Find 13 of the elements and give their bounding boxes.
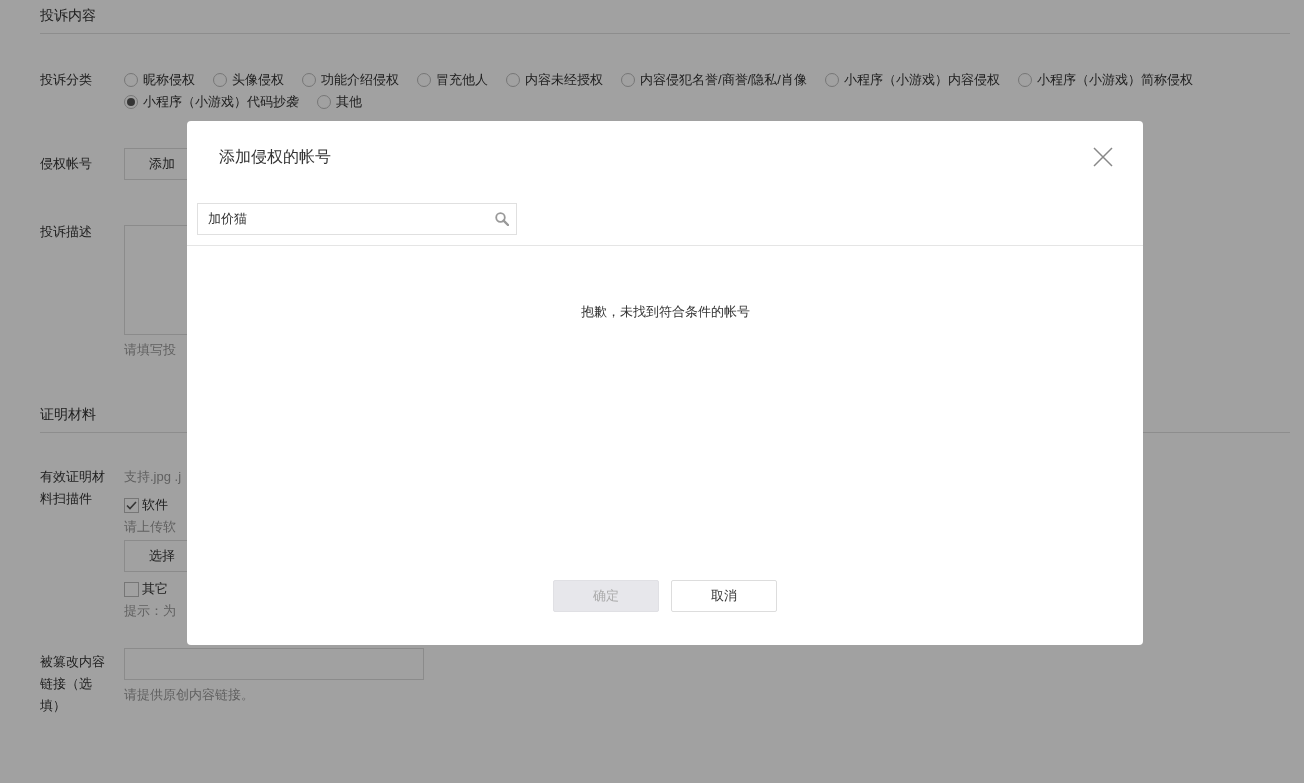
section-title: 证明材料 bbox=[40, 405, 97, 424]
field-label: 侵权帐号 bbox=[40, 155, 93, 173]
field-label: 投诉分类 bbox=[40, 71, 93, 89]
empty-message: 抱歉，未找到符合条件的帐号 bbox=[580, 303, 750, 321]
field-label: 有效证明材料扫描件 bbox=[40, 468, 106, 508]
hint-text: 请上传软 bbox=[124, 518, 177, 536]
field-label: 被篡改内容链接（选填） bbox=[40, 653, 106, 715]
format-note: 支持.jpg .j bbox=[124, 468, 183, 486]
section-title: 投诉内容 bbox=[40, 6, 97, 25]
hint-text: 提示：为 bbox=[124, 602, 177, 620]
hint-text: 请填写投 bbox=[124, 341, 177, 359]
hint-text: 请提供原创内容链接。 bbox=[124, 686, 255, 704]
field-label: 投诉描述 bbox=[40, 223, 93, 241]
